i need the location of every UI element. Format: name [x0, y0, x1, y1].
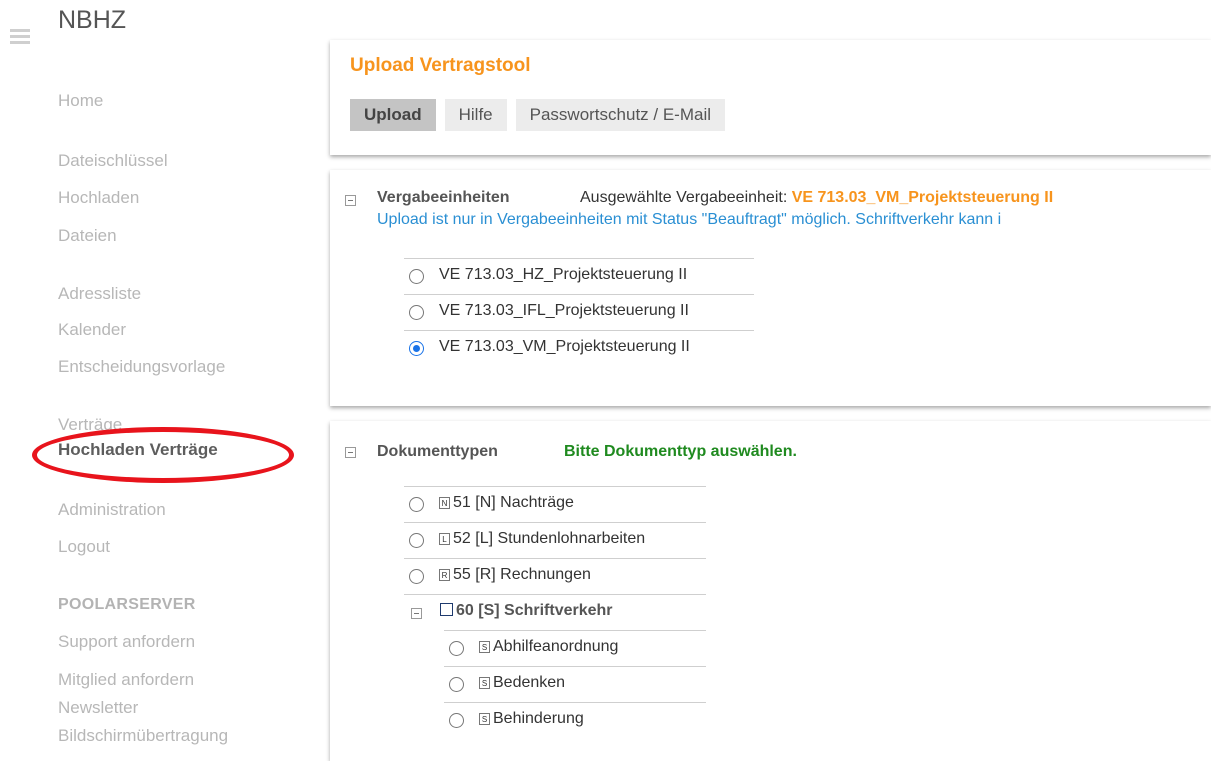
option-text: Bedenken	[493, 674, 566, 691]
sidebar-item-dateischluessel[interactable]: Dateischlüssel	[58, 151, 168, 171]
radio-button[interactable]	[449, 713, 464, 728]
collapse-icon[interactable]	[345, 195, 356, 206]
dokumenttyp-suboption[interactable]: S Behinderung	[444, 702, 706, 738]
group-label: 60 [S] Schriftverkehr	[440, 602, 613, 620]
selected-prefix: Ausgewählte Vergabeeinheit:	[580, 189, 792, 206]
dokumenttyp-option[interactable]: N 51 [N] Nachträge	[404, 486, 706, 522]
radio-button[interactable]	[409, 269, 424, 284]
panel-title: Upload Vertragstool	[350, 55, 531, 76]
dokumenttypen-panel: Dokumenttypen Bitte Dokumenttyp auswähle…	[330, 421, 1211, 761]
option-label: VE 713.03_HZ_Projektsteuerung II	[439, 266, 688, 283]
vergabe-option[interactable]: VE 713.03_IFL_Projektsteuerung II	[404, 294, 754, 330]
option-text: Behinderung	[493, 710, 584, 727]
option-text: 55 [R] Rechnungen	[453, 566, 591, 583]
selected-value: VE 713.03_VM_Projektsteuerung II	[791, 189, 1054, 206]
radio-button-checked[interactable]	[409, 341, 424, 356]
upload-panel: Upload Vertragstool Upload Hilfe Passwor…	[330, 40, 1211, 155]
tab-passwortschutz[interactable]: Passwortschutz / E-Mail	[515, 99, 726, 131]
vergabe-label: Vergabeeinheiten	[377, 189, 510, 206]
sidebar-item-entscheidungsvorlage[interactable]: Entscheidungsvorlage	[58, 357, 225, 377]
sidebar-section-poolarserver: POOLARSERVER	[58, 596, 196, 613]
option-label: VE 713.03_VM_Projektsteuerung II	[439, 338, 690, 355]
dokumenttypen-label: Dokumenttypen	[377, 443, 498, 460]
sidebar-item-support[interactable]: Support anfordern	[58, 632, 195, 652]
radio-button[interactable]	[449, 677, 464, 692]
sidebar-item-adressliste[interactable]: Adressliste	[58, 284, 141, 304]
vergabe-option[interactable]: VE 713.03_HZ_Projektsteuerung II	[404, 258, 754, 294]
sidebar-item-home[interactable]: Home	[58, 91, 103, 111]
group-text: 60 [S] Schriftverkehr	[456, 602, 613, 619]
radio-button[interactable]	[449, 641, 464, 656]
upload-note: Upload ist nur in Vergabeeinheiten mit S…	[377, 211, 1002, 228]
tab-upload[interactable]: Upload	[350, 99, 436, 131]
option-label: S Behinderung	[479, 710, 584, 728]
sidebar-item-dateien[interactable]: Dateien	[58, 226, 117, 246]
dokumenttyp-option[interactable]: R 55 [R] Rechnungen	[404, 558, 706, 594]
tab-hilfe[interactable]: Hilfe	[444, 99, 507, 131]
hamburger-icon[interactable]	[10, 29, 30, 47]
radio-button[interactable]	[409, 305, 424, 320]
selected-vergabe: Ausgewählte Vergabeeinheit: VE 713.03_VM…	[580, 189, 1053, 207]
dokumenttyp-suboption[interactable]: S Bedenken	[444, 666, 706, 702]
sidebar-item-newsletter[interactable]: Newsletter	[58, 698, 138, 718]
tab-bar: Upload Hilfe Passwortschutz / E-Mail	[350, 99, 734, 131]
highlight-ellipse	[32, 427, 294, 483]
sidebar-item-hochladen[interactable]: Hochladen	[58, 188, 139, 208]
dokumenttyp-option[interactable]: L 52 [L] Stundenlohnarbeiten	[404, 522, 706, 558]
option-text: 51 [N] Nachträge	[453, 494, 574, 511]
doc-type-r-icon: R	[439, 569, 450, 581]
sidebar-item-bildschirm[interactable]: Bildschirmübertragung	[58, 726, 228, 746]
doc-type-s-icon: S	[479, 641, 490, 653]
option-label: S Abhilfeanordnung	[479, 638, 618, 656]
radio-button[interactable]	[409, 569, 424, 584]
dokumenttyp-suboption[interactable]: S Abhilfeanordnung	[444, 630, 706, 666]
dokumenttyp-group[interactable]: 60 [S] Schriftverkehr	[404, 594, 706, 630]
option-label: S Bedenken	[479, 674, 565, 692]
vergabe-option[interactable]: VE 713.03_VM_Projektsteuerung II	[404, 330, 754, 366]
option-label: L 52 [L] Stundenlohnarbeiten	[439, 530, 645, 548]
option-label: N 51 [N] Nachträge	[439, 494, 574, 512]
option-text: 52 [L] Stundenlohnarbeiten	[453, 530, 646, 547]
radio-button[interactable]	[409, 533, 424, 548]
radio-button[interactable]	[409, 497, 424, 512]
square-icon	[440, 603, 453, 616]
doc-type-n-icon: N	[439, 497, 450, 509]
collapse-icon[interactable]	[411, 608, 422, 619]
brand-title: NBHZ	[58, 6, 127, 34]
sidebar-item-administration[interactable]: Administration	[58, 500, 166, 520]
sidebar-item-kalender[interactable]: Kalender	[58, 320, 126, 340]
dokumenttyp-prompt: Bitte Dokumenttyp auswählen.	[564, 443, 797, 460]
vergabe-panel: Vergabeeinheiten Ausgewählte Vergabeeinh…	[330, 170, 1211, 406]
doc-type-l-icon: L	[439, 533, 450, 545]
sidebar-item-logout[interactable]: Logout	[58, 537, 110, 557]
option-label: VE 713.03_IFL_Projektsteuerung II	[439, 302, 689, 319]
option-label: R 55 [R] Rechnungen	[439, 566, 591, 584]
doc-type-s-icon: S	[479, 677, 490, 689]
option-text: Abhilfeanordnung	[493, 638, 619, 655]
doc-type-s-icon: S	[479, 713, 490, 725]
sidebar-item-mitglied[interactable]: Mitglied anfordern	[58, 670, 194, 690]
collapse-icon[interactable]	[345, 447, 356, 458]
